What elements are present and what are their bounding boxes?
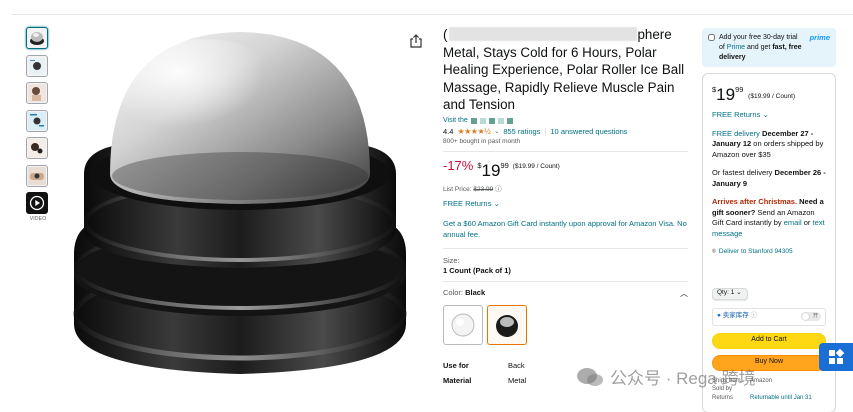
buybox-free-returns[interactable]: FREE Returns ⌄ — [712, 110, 826, 121]
price-per-count: ($19.99 / Count) — [512, 162, 560, 170]
prime-trial-checkbox[interactable] — [708, 34, 715, 41]
swatch-black[interactable] — [487, 304, 527, 345]
redacted-text — [449, 27, 638, 41]
gift-card-offer-link[interactable]: Get a $60 Amazon Gift Card instantly upo… — [443, 218, 688, 240]
product-title[interactable]: (phere Metal, Stays Cold for 6 Hours, Po… — [443, 26, 688, 114]
color-swatches — [443, 304, 688, 345]
divider — [443, 150, 688, 152]
side-tool-widget[interactable] — [819, 343, 853, 371]
chevron-down-icon: ⌄ — [493, 198, 500, 208]
list-price: List Price: $23.99 ⓘ — [443, 185, 502, 193]
divider — [443, 280, 688, 282]
buybox-price: $1999 ($19.99 / Count) — [712, 85, 796, 104]
rating-value: 4.4 — [443, 126, 454, 136]
color-row[interactable]: Color: Black ︿ — [443, 288, 688, 299]
brand-store-link[interactable]: Visit the — [443, 116, 688, 126]
bought-in-past-month: 800+ bought in past month — [443, 137, 521, 145]
wechat-icon — [576, 367, 604, 387]
help-icon: ⓘ — [750, 312, 758, 320]
info-icon[interactable]: ⓘ — [495, 186, 502, 193]
chevron-up-icon[interactable]: ︿ — [680, 288, 688, 299]
rating-row: 4.4 ★★★★½ ⌄ 855 ratings | 10 answered qu… — [443, 126, 628, 136]
spec-key: Material — [443, 375, 472, 385]
quantity-select[interactable]: Qty: 1 ⌄ — [712, 287, 748, 300]
main-product-image[interactable] — [64, 24, 416, 384]
prime-logo: prime — [809, 33, 830, 42]
price: $1999 — [477, 160, 509, 180]
location-pin-icon: ⌾ — [712, 248, 716, 255]
top-divider — [12, 14, 853, 15]
ratings-count-link[interactable]: 855 ratings — [503, 127, 540, 136]
chevron-down-icon[interactable]: ⌄ — [494, 128, 499, 135]
free-returns-link[interactable]: FREE Returns ⌄ — [443, 199, 688, 208]
divider — [443, 247, 688, 249]
prime-trial-box: Add your free 30-day trial of Prime and … — [702, 28, 836, 67]
product-details: (phere Metal, Stays Cold for 6 Hours, Po… — [443, 26, 688, 385]
chevron-down-icon: ⌄ — [762, 110, 769, 119]
fastest-delivery: Or fastest delivery December 26 - Januar… — [712, 168, 826, 188]
play-icon — [29, 195, 45, 211]
thumb-infographic[interactable] — [26, 109, 48, 132]
size-value: 1 Count (Pack of 1) — [443, 265, 511, 275]
swatch-clear[interactable] — [443, 304, 483, 345]
star-rating-icon[interactable]: ★★★★½ — [457, 127, 490, 136]
answered-questions-link[interactable]: 10 answered questions — [550, 127, 627, 136]
grid-icon — [829, 349, 844, 364]
deliver-to-link[interactable]: ⌾ Deliver to Stanford 94305 — [712, 247, 826, 258]
thumb-lifestyle-1[interactable] — [26, 82, 48, 104]
color-value: Black — [465, 287, 486, 297]
seller-stock-row: ● 卖家库存 ⓘ 开 — [712, 307, 826, 326]
gift-notice: Arrives after Christmas. Need a gift soo… — [712, 197, 825, 238]
stock-toggle[interactable]: 开 — [801, 312, 821, 321]
thumb-lifestyle-3[interactable] — [26, 164, 48, 187]
add-to-cart-button[interactable]: Add to Cart — [712, 332, 826, 349]
buy-box: $1999 ($19.99 / Count) FREE Returns ⌄ FR… — [702, 73, 836, 412]
chevron-down-icon: ⌄ — [736, 289, 742, 297]
discount-percent: -17% — [443, 157, 474, 173]
size-label: Size: — [443, 255, 460, 265]
watermark: 公众号 · Rega 跨境 — [576, 364, 755, 389]
thumb-product-ball[interactable] — [26, 27, 48, 49]
share-icon[interactable] — [410, 34, 422, 48]
thumb-product-detail[interactable] — [26, 54, 48, 77]
thumbnail-strip: VIDEO — [26, 27, 50, 222]
thumb-video[interactable] — [26, 192, 48, 214]
thumb-lifestyle-2[interactable] — [26, 137, 48, 159]
price-row: -17% $1999 ($19.99 / Count) — [443, 158, 688, 179]
prime-trial-text: Add your free 30-day trial of Prime and … — [719, 34, 802, 61]
delivery-info: FREE delivery December 27 - January 12 o… — [712, 128, 824, 159]
video-label: VIDEO — [29, 215, 47, 222]
spec-key: Use for — [443, 360, 469, 370]
